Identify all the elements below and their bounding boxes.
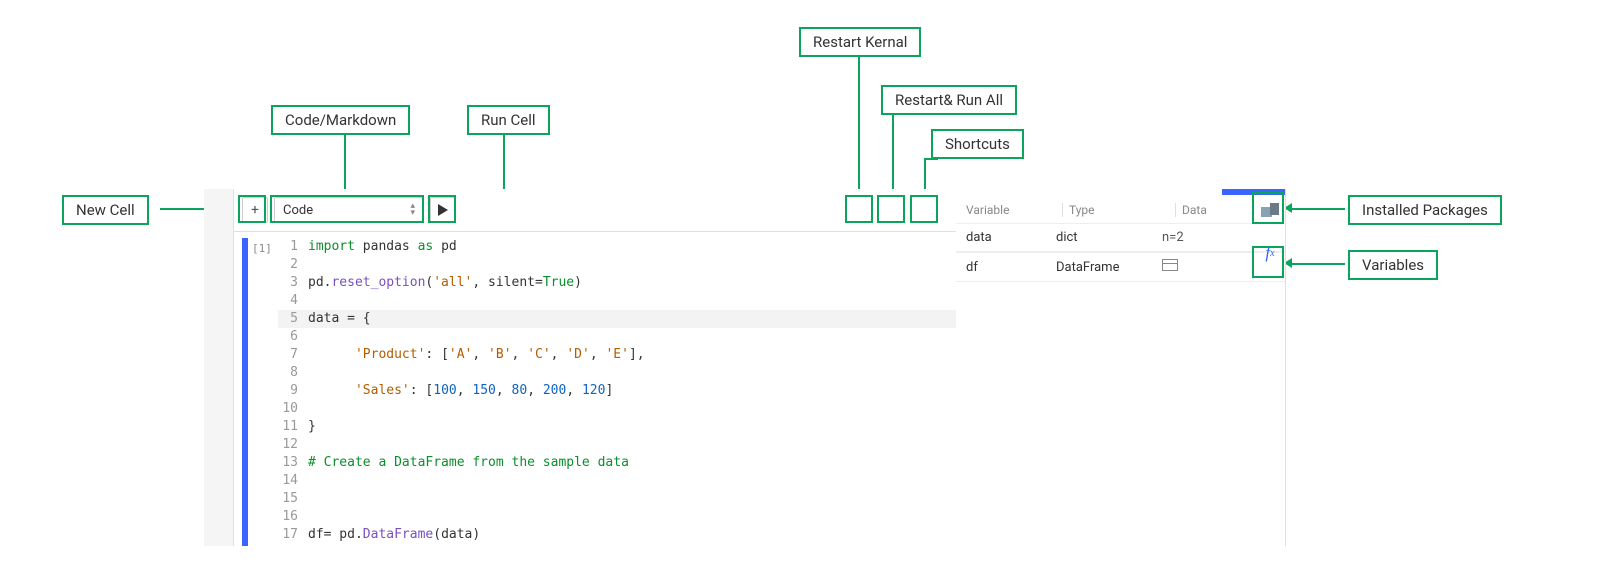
variable-row[interactable]: dfDataFrame <box>956 252 1285 282</box>
var-name: data <box>966 230 1056 245</box>
line-number: 4 <box>278 292 308 310</box>
line-number: 2 <box>278 256 308 274</box>
line-number: 8 <box>278 364 308 382</box>
line-content: df= pd.DataFrame(data) <box>308 526 480 544</box>
arrow-line <box>344 134 346 196</box>
annotation-restart-run-all: Restart& Run All <box>881 85 1017 115</box>
dataframe-icon <box>1162 259 1178 271</box>
var-type: dict <box>1056 230 1162 245</box>
line-number: 15 <box>278 490 308 508</box>
line-number: 7 <box>278 346 308 364</box>
line-content: data = { <box>308 310 371 328</box>
arrow-line <box>858 56 860 196</box>
variables-icon[interactable]: fx <box>1256 239 1284 267</box>
annotation-code-markdown: Code/Markdown <box>271 105 410 135</box>
cell-type-selector[interactable]: Code ▴▾ <box>274 197 424 223</box>
arrow-line <box>924 158 938 160</box>
line-number: 13 <box>278 454 308 472</box>
right-icon-rail: fx <box>1254 195 1286 267</box>
line-number: 11 <box>278 418 308 436</box>
col-type: Type <box>1069 203 1169 217</box>
line-number: 16 <box>278 508 308 526</box>
add-cell-button[interactable]: + <box>242 197 268 223</box>
annotation-new-cell: New Cell <box>62 195 149 225</box>
annotation-shortcuts: Shortcuts <box>931 129 1024 159</box>
col-separator <box>1175 203 1176 217</box>
annotation-restart-kernel: Restart Kernal <box>799 27 921 57</box>
annotation-installed-packages: Installed Packages <box>1348 195 1502 225</box>
left-gutter <box>204 189 234 546</box>
line-number: 6 <box>278 328 308 346</box>
var-type: DataFrame <box>1056 260 1162 275</box>
line-content: 'Product': ['A', 'B', 'C', 'D', 'E'], <box>308 346 645 364</box>
line-content: } <box>308 418 316 436</box>
line-number: 3 <box>278 274 308 292</box>
variables-header: Variable Type Data <box>956 195 1285 223</box>
line-content: import pandas as pd <box>308 238 457 256</box>
variables-panel: Variable Type Data datadictn=2dfDataFram… <box>956 189 1286 546</box>
arrow-line <box>892 114 894 196</box>
line-number: 9 <box>278 382 308 400</box>
line-content: # Create a DataFrame from the sample dat… <box>308 454 629 472</box>
col-separator <box>1062 203 1063 217</box>
cell-prompt: [1] <box>248 238 278 546</box>
line-content: pd.reset_option('all', silent=True) <box>308 274 582 292</box>
line-number: 17 <box>278 526 308 544</box>
arrow-line <box>1290 208 1345 210</box>
col-variable: Variable <box>966 203 1056 217</box>
variable-row[interactable]: datadictn=2 <box>956 223 1285 252</box>
arrow-line <box>1290 263 1345 265</box>
chevron-updown-icon: ▴▾ <box>410 203 415 217</box>
annotation-run-cell: Run Cell <box>467 105 550 135</box>
line-number: 10 <box>278 400 308 418</box>
annotation-variables: Variables <box>1348 250 1438 280</box>
run-cell-button[interactable] <box>430 197 456 223</box>
line-content: 'Sales': [100, 150, 80, 200, 120] <box>308 382 613 400</box>
line-number: 5 <box>278 310 308 328</box>
play-icon <box>438 204 448 216</box>
line-number: 14 <box>278 472 308 490</box>
line-number: 1 <box>278 238 308 256</box>
line-number: 12 <box>278 436 308 454</box>
cell-type-label: Code <box>283 203 313 218</box>
var-name: df <box>966 260 1056 275</box>
package-icon <box>1260 200 1280 218</box>
packages-icon[interactable] <box>1256 195 1284 223</box>
